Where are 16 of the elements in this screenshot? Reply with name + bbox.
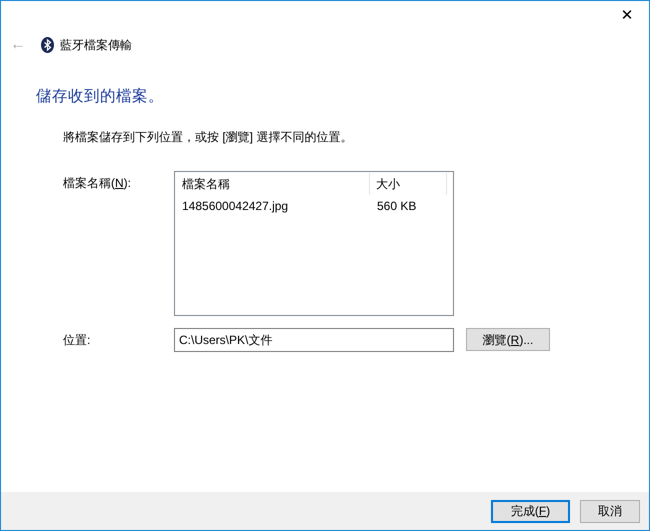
close-button[interactable]: ✕ bbox=[605, 1, 649, 31]
table-cell-text: 560 KB bbox=[376, 198, 418, 216]
location-field[interactable]: C:\Users\PK\文件 bbox=[174, 328, 454, 352]
page-heading: 儲存收到的檔案。 bbox=[36, 86, 165, 107]
field-label: 檔案名稱(N): bbox=[63, 175, 132, 192]
finish-button[interactable]: 完成(F) bbox=[491, 500, 570, 522]
field-label: 位置: bbox=[63, 332, 92, 350]
window-title: 藍牙檔案傳輸 bbox=[60, 37, 132, 54]
table-cell-text: 1485600042427.jpg bbox=[181, 198, 290, 216]
column-header[interactable]: 大小 bbox=[370, 173, 447, 196]
instruction-text: 將檔案儲存到下列位置，或按 [瀏覽] 選擇不同的位置。 bbox=[63, 129, 354, 146]
column-header[interactable]: 檔案名稱 bbox=[175, 173, 370, 196]
bluetooth-icon bbox=[41, 37, 54, 53]
file-list[interactable]: 檔案名稱 大小 1485600042427.jpg 560 KB bbox=[174, 171, 454, 316]
cancel-button[interactable]: 取消 bbox=[580, 500, 640, 522]
browse-button[interactable]: 瀏覽(R)... bbox=[466, 328, 550, 352]
